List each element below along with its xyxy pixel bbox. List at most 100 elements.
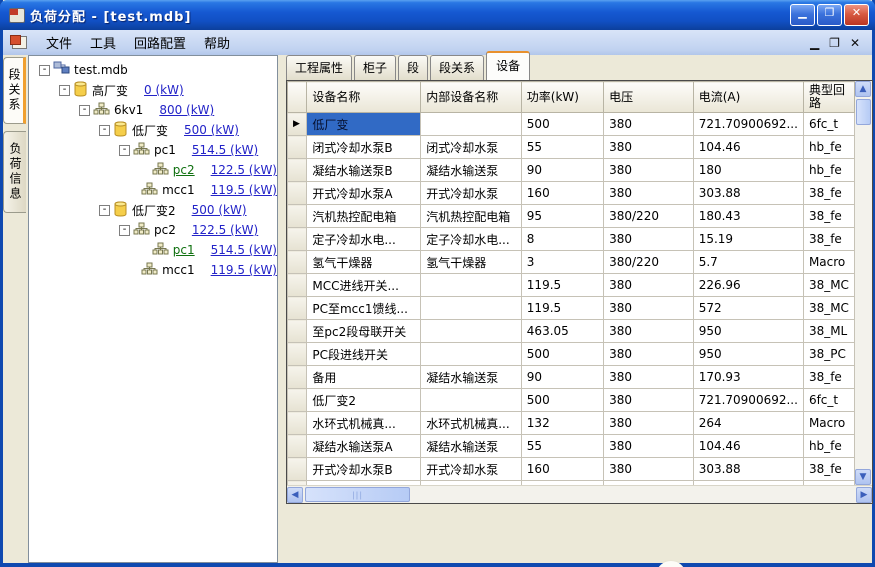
tree-node-load-link[interactable]: 800 (kW) xyxy=(159,103,214,117)
grid-cell[interactable]: 闭式冷却水泵 xyxy=(420,135,522,159)
row-header[interactable] xyxy=(287,457,308,481)
row-header[interactable] xyxy=(287,388,308,412)
grid-cell[interactable]: hb_fe xyxy=(802,158,855,182)
tree-collapse-icon[interactable]: - xyxy=(59,84,70,96)
tree-collapse-icon[interactable]: - xyxy=(99,124,110,136)
grid-cell[interactable]: 开式冷却水泵 xyxy=(420,457,522,481)
row-header[interactable] xyxy=(287,227,308,251)
tree-node-load-link[interactable]: 122.5 (kW) xyxy=(192,223,258,237)
tree-collapse-icon[interactable]: - xyxy=(99,204,110,216)
tree-node-label[interactable]: 低厂变2 xyxy=(132,202,176,219)
tree-node-label[interactable]: test.mdb xyxy=(74,63,128,77)
grid-cell[interactable]: 5.7 xyxy=(692,250,804,274)
grid-cell[interactable] xyxy=(420,388,522,412)
tree-node-label[interactable]: mcc1 xyxy=(162,263,195,277)
grid-cell[interactable]: 6fc_t xyxy=(802,388,855,412)
column-header[interactable]: 典型回路 xyxy=(802,81,855,113)
grid-cell[interactable]: 119.5 xyxy=(520,296,605,320)
scroll-down-icon[interactable]: ▼ xyxy=(855,469,871,485)
grid-cell[interactable]: PC至mcc1馈线... xyxy=(306,296,422,320)
grid-cell[interactable] xyxy=(420,112,522,136)
tree-node-load-link[interactable]: 514.5 (kW) xyxy=(211,243,277,257)
grid-cell[interactable]: 463.05 xyxy=(520,319,605,343)
grid-cell[interactable]: 380 xyxy=(603,181,694,205)
grid-cell[interactable]: 104.46 xyxy=(692,135,804,159)
grid-cell[interactable]: 氢气干燥器 xyxy=(306,250,422,274)
menu-item[interactable]: 工具 xyxy=(81,30,125,55)
tree-node-label[interactable]: pc1 xyxy=(154,143,176,157)
grid-cell[interactable]: Macro xyxy=(802,250,855,274)
column-header[interactable]: 功率(kW) xyxy=(520,81,605,113)
row-header[interactable] xyxy=(287,273,308,297)
grid-cell[interactable]: 380 xyxy=(603,457,694,481)
horizontal-scroll-thumb[interactable]: ||| xyxy=(305,487,410,502)
scroll-left-icon[interactable]: ◀ xyxy=(287,487,303,503)
row-header[interactable] xyxy=(287,411,308,435)
row-header[interactable] xyxy=(287,250,308,274)
minimize-button[interactable]: ▁ xyxy=(790,4,815,26)
grid-cell[interactable]: 170.93 xyxy=(692,365,804,389)
grid-cell[interactable]: 180 xyxy=(692,158,804,182)
grid-cell[interactable]: 38_fe xyxy=(802,204,855,228)
column-header[interactable]: 内部设备名称 xyxy=(420,81,522,113)
grid-cell[interactable]: 380 xyxy=(603,365,694,389)
grid-cell[interactable]: 380/220 xyxy=(603,250,694,274)
grid-cell[interactable]: 38_fe xyxy=(802,365,855,389)
grid-cell[interactable]: 汽机热控配电箱 xyxy=(420,204,522,228)
mdi-child-icon[interactable] xyxy=(10,35,27,49)
grid-cell[interactable]: 55 xyxy=(520,434,605,458)
grid-cell[interactable]: hb_fe xyxy=(802,434,855,458)
grid-cell[interactable]: 380 xyxy=(603,319,694,343)
grid-cell[interactable]: 定子冷却水电... xyxy=(306,227,422,251)
tree-node-label[interactable]: pc1 xyxy=(173,243,195,257)
row-header[interactable] xyxy=(287,204,308,228)
grid-cell[interactable]: Macro xyxy=(802,411,855,435)
grid-cell[interactable]: 132 xyxy=(520,411,605,435)
grid-cell[interactable]: 38_fe xyxy=(802,457,855,481)
grid-cell[interactable]: MCC进线开关... xyxy=(306,273,422,297)
grid-cell[interactable]: 380 xyxy=(603,388,694,412)
grid-cell[interactable]: 721.70900692... xyxy=(692,388,804,412)
column-header[interactable]: 电流(A) xyxy=(692,81,804,113)
grid-cell[interactable]: 180.43 xyxy=(692,204,804,228)
tree-node-label[interactable]: pc2 xyxy=(173,163,195,177)
grid-cell[interactable]: 38_fe xyxy=(802,181,855,205)
grid-cell[interactable]: 500 xyxy=(520,342,605,366)
grid-cell[interactable]: 950 xyxy=(692,319,804,343)
grid-cell[interactable]: 303.88 xyxy=(692,181,804,205)
tree-node-load-link[interactable]: 500 (kW) xyxy=(184,123,239,137)
grid-cell[interactable]: 定子冷却水电... xyxy=(420,227,522,251)
grid-cell[interactable]: 至pc2段母联开关 xyxy=(306,319,422,343)
row-header[interactable] xyxy=(287,342,308,366)
grid-cell[interactable]: 90 xyxy=(520,158,605,182)
grid-cell[interactable]: 721.70900692... xyxy=(692,112,804,136)
selected-cell[interactable]: 低厂变 xyxy=(306,112,422,136)
tree-node-load-link[interactable]: 500 (kW) xyxy=(192,203,247,217)
side-tab-selected[interactable]: 段关系 xyxy=(3,57,26,124)
mdi-close-icon[interactable]: ✕ xyxy=(850,36,860,50)
grid-cell[interactable]: 8 xyxy=(520,227,605,251)
tab-item[interactable]: 工程属性 xyxy=(286,55,353,80)
grid-cell[interactable] xyxy=(420,319,522,343)
tree-node-label[interactable]: mcc1 xyxy=(162,183,195,197)
mdi-restore-icon[interactable]: ❐ xyxy=(829,36,840,50)
grid-cell[interactable]: 汽机热控配电箱 xyxy=(306,204,422,228)
menu-item[interactable]: 文件 xyxy=(37,30,81,55)
menu-item[interactable]: 帮助 xyxy=(195,30,239,55)
scroll-up-icon[interactable]: ▲ xyxy=(855,81,871,97)
tree-node-label[interactable]: 6kv1 xyxy=(114,103,143,117)
tree-node-load-link[interactable]: 122.5 (kW) xyxy=(211,163,277,177)
grid-cell[interactable]: 160 xyxy=(520,457,605,481)
grid-cell[interactable]: 104.46 xyxy=(692,434,804,458)
grid-cell[interactable]: 380 xyxy=(603,342,694,366)
grid-cell[interactable] xyxy=(420,273,522,297)
grid-cell[interactable] xyxy=(420,342,522,366)
grid-cell[interactable]: 氢气干燥器 xyxy=(420,250,522,274)
grid-cell[interactable]: 水环式机械真... xyxy=(306,411,422,435)
grid-cell[interactable]: 15.19 xyxy=(692,227,804,251)
grid-cell[interactable]: 38_PC xyxy=(802,342,855,366)
tab-item[interactable]: 段 xyxy=(398,55,429,80)
grid-cell[interactable]: 380 xyxy=(603,135,694,159)
vertical-scrollbar[interactable]: ▲ ▼ xyxy=(855,81,872,485)
horizontal-scrollbar[interactable]: ◀ ||| ▶ xyxy=(287,485,872,503)
